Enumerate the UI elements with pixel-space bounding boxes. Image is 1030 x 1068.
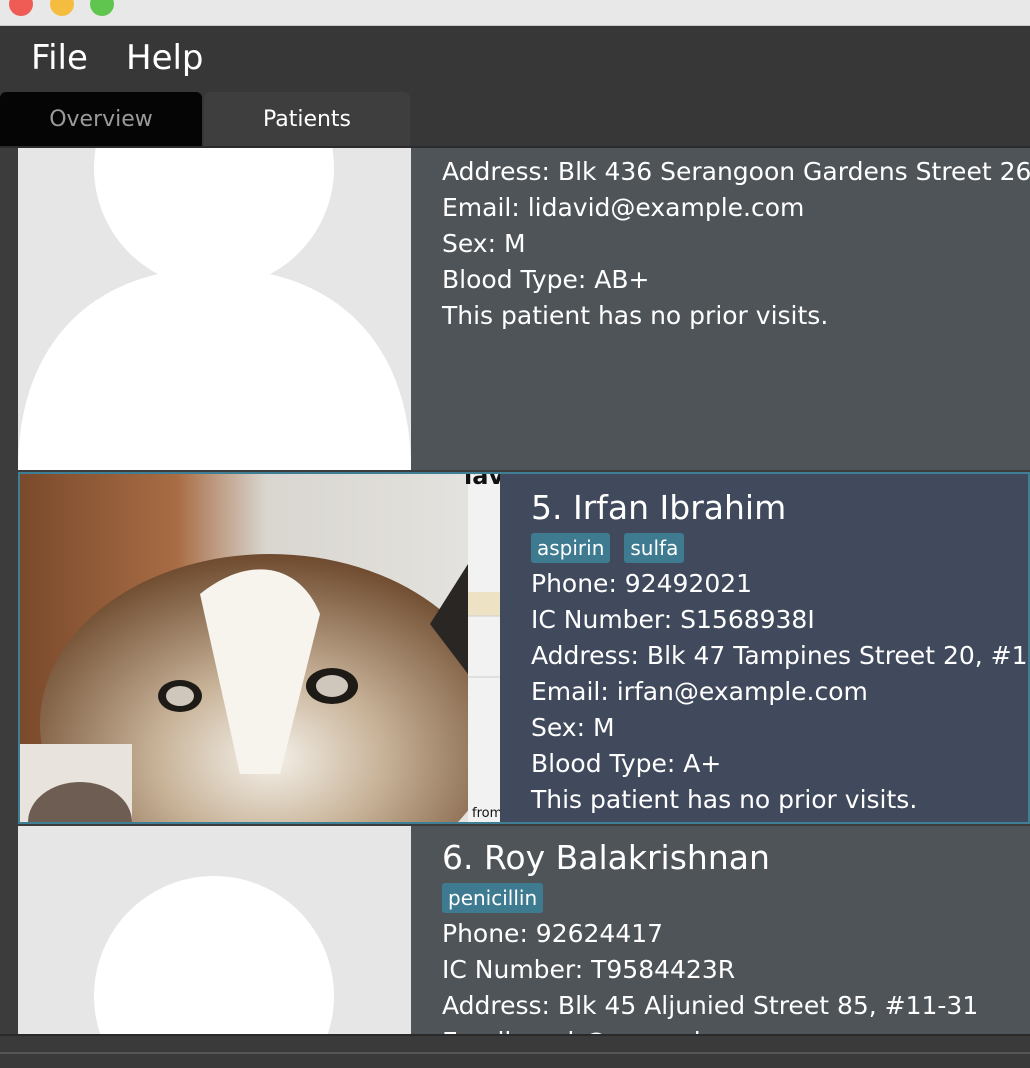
default-avatar-icon <box>18 826 411 1034</box>
patient-address: Address: Blk 47 Tampines Street 20, #17-… <box>531 641 1030 670</box>
patient-list[interactable]: Address: Blk 436 Serangoon Gardens Stree… <box>0 148 1030 1034</box>
patient-email: Email: irfan@example.com <box>531 677 868 706</box>
menu-help[interactable]: Help <box>126 38 204 78</box>
menu-file[interactable]: File <box>31 38 88 78</box>
patient-blood-type: Blood Type: A+ <box>531 749 722 778</box>
avatar <box>18 148 411 470</box>
photo-caption-top: lav <box>464 474 500 490</box>
patient-card[interactable]: 6. Roy Balakrishnan penicillin Phone: 92… <box>18 826 1030 1034</box>
patient-details: Address: Blk 436 Serangoon Gardens Stree… <box>442 154 1030 334</box>
allergy-tag: aspirin <box>531 533 611 563</box>
patient-address: Address: Blk 436 Serangoon Gardens Stree… <box>442 157 1030 186</box>
patient-ic-number: IC Number: T9584423R <box>442 955 736 984</box>
close-window-button[interactable] <box>9 0 33 16</box>
window-title-bar <box>0 0 1030 26</box>
patient-visits: This patient has no prior visits. <box>442 301 829 330</box>
patient-email: Email: royb@example.com <box>442 1024 978 1034</box>
allergy-tags: penicillin <box>442 880 978 916</box>
cat-photo-image <box>20 474 500 822</box>
patient-card-selected[interactable]: lav from 5. Irfan Ibrahim aspirin sulfa … <box>18 472 1030 824</box>
tab-bar: Overview Patients <box>0 92 1030 148</box>
default-avatar-icon <box>18 148 411 470</box>
patient-details: 6. Roy Balakrishnan penicillin Phone: 92… <box>442 836 978 1034</box>
allergy-tag: penicillin <box>442 883 544 913</box>
patient-ic-number: IC Number: S1568938I <box>531 605 815 634</box>
patient-sex: Sex: M <box>442 229 526 258</box>
patient-sex: Sex: M <box>531 713 615 742</box>
patient-photo: lav from <box>20 474 500 822</box>
divider <box>0 1052 1030 1054</box>
patient-address: Address: Blk 45 Aljunied Street 85, #11-… <box>442 991 979 1020</box>
tab-patients[interactable]: Patients <box>204 92 410 146</box>
patient-blood-type: Blood Type: AB+ <box>442 265 650 294</box>
patient-name: 5. Irfan Ibrahim <box>531 488 787 527</box>
minimize-window-button[interactable] <box>50 0 74 16</box>
allergy-tag: sulfa <box>624 533 685 563</box>
menu-bar: File Help <box>0 26 1030 92</box>
status-bar <box>0 1034 1030 1068</box>
patient-card[interactable]: Address: Blk 436 Serangoon Gardens Stree… <box>18 148 1030 470</box>
photo-caption-bottom: from <box>472 806 500 821</box>
patient-phone: Phone: 92492021 <box>531 569 753 598</box>
patient-visits: This patient has no prior visits. <box>531 785 918 814</box>
tab-overview[interactable]: Overview <box>0 92 202 146</box>
patient-phone: Phone: 92624417 <box>442 919 664 948</box>
allergy-tags: aspirin sulfa <box>531 530 1028 566</box>
zoom-window-button[interactable] <box>90 0 114 16</box>
patient-name: 6. Roy Balakrishnan <box>442 838 770 877</box>
patient-email: Email: lidavid@example.com <box>442 193 805 222</box>
avatar <box>18 826 411 1034</box>
patient-details: 5. Irfan Ibrahim aspirin sulfa Phone: 92… <box>531 486 1030 818</box>
